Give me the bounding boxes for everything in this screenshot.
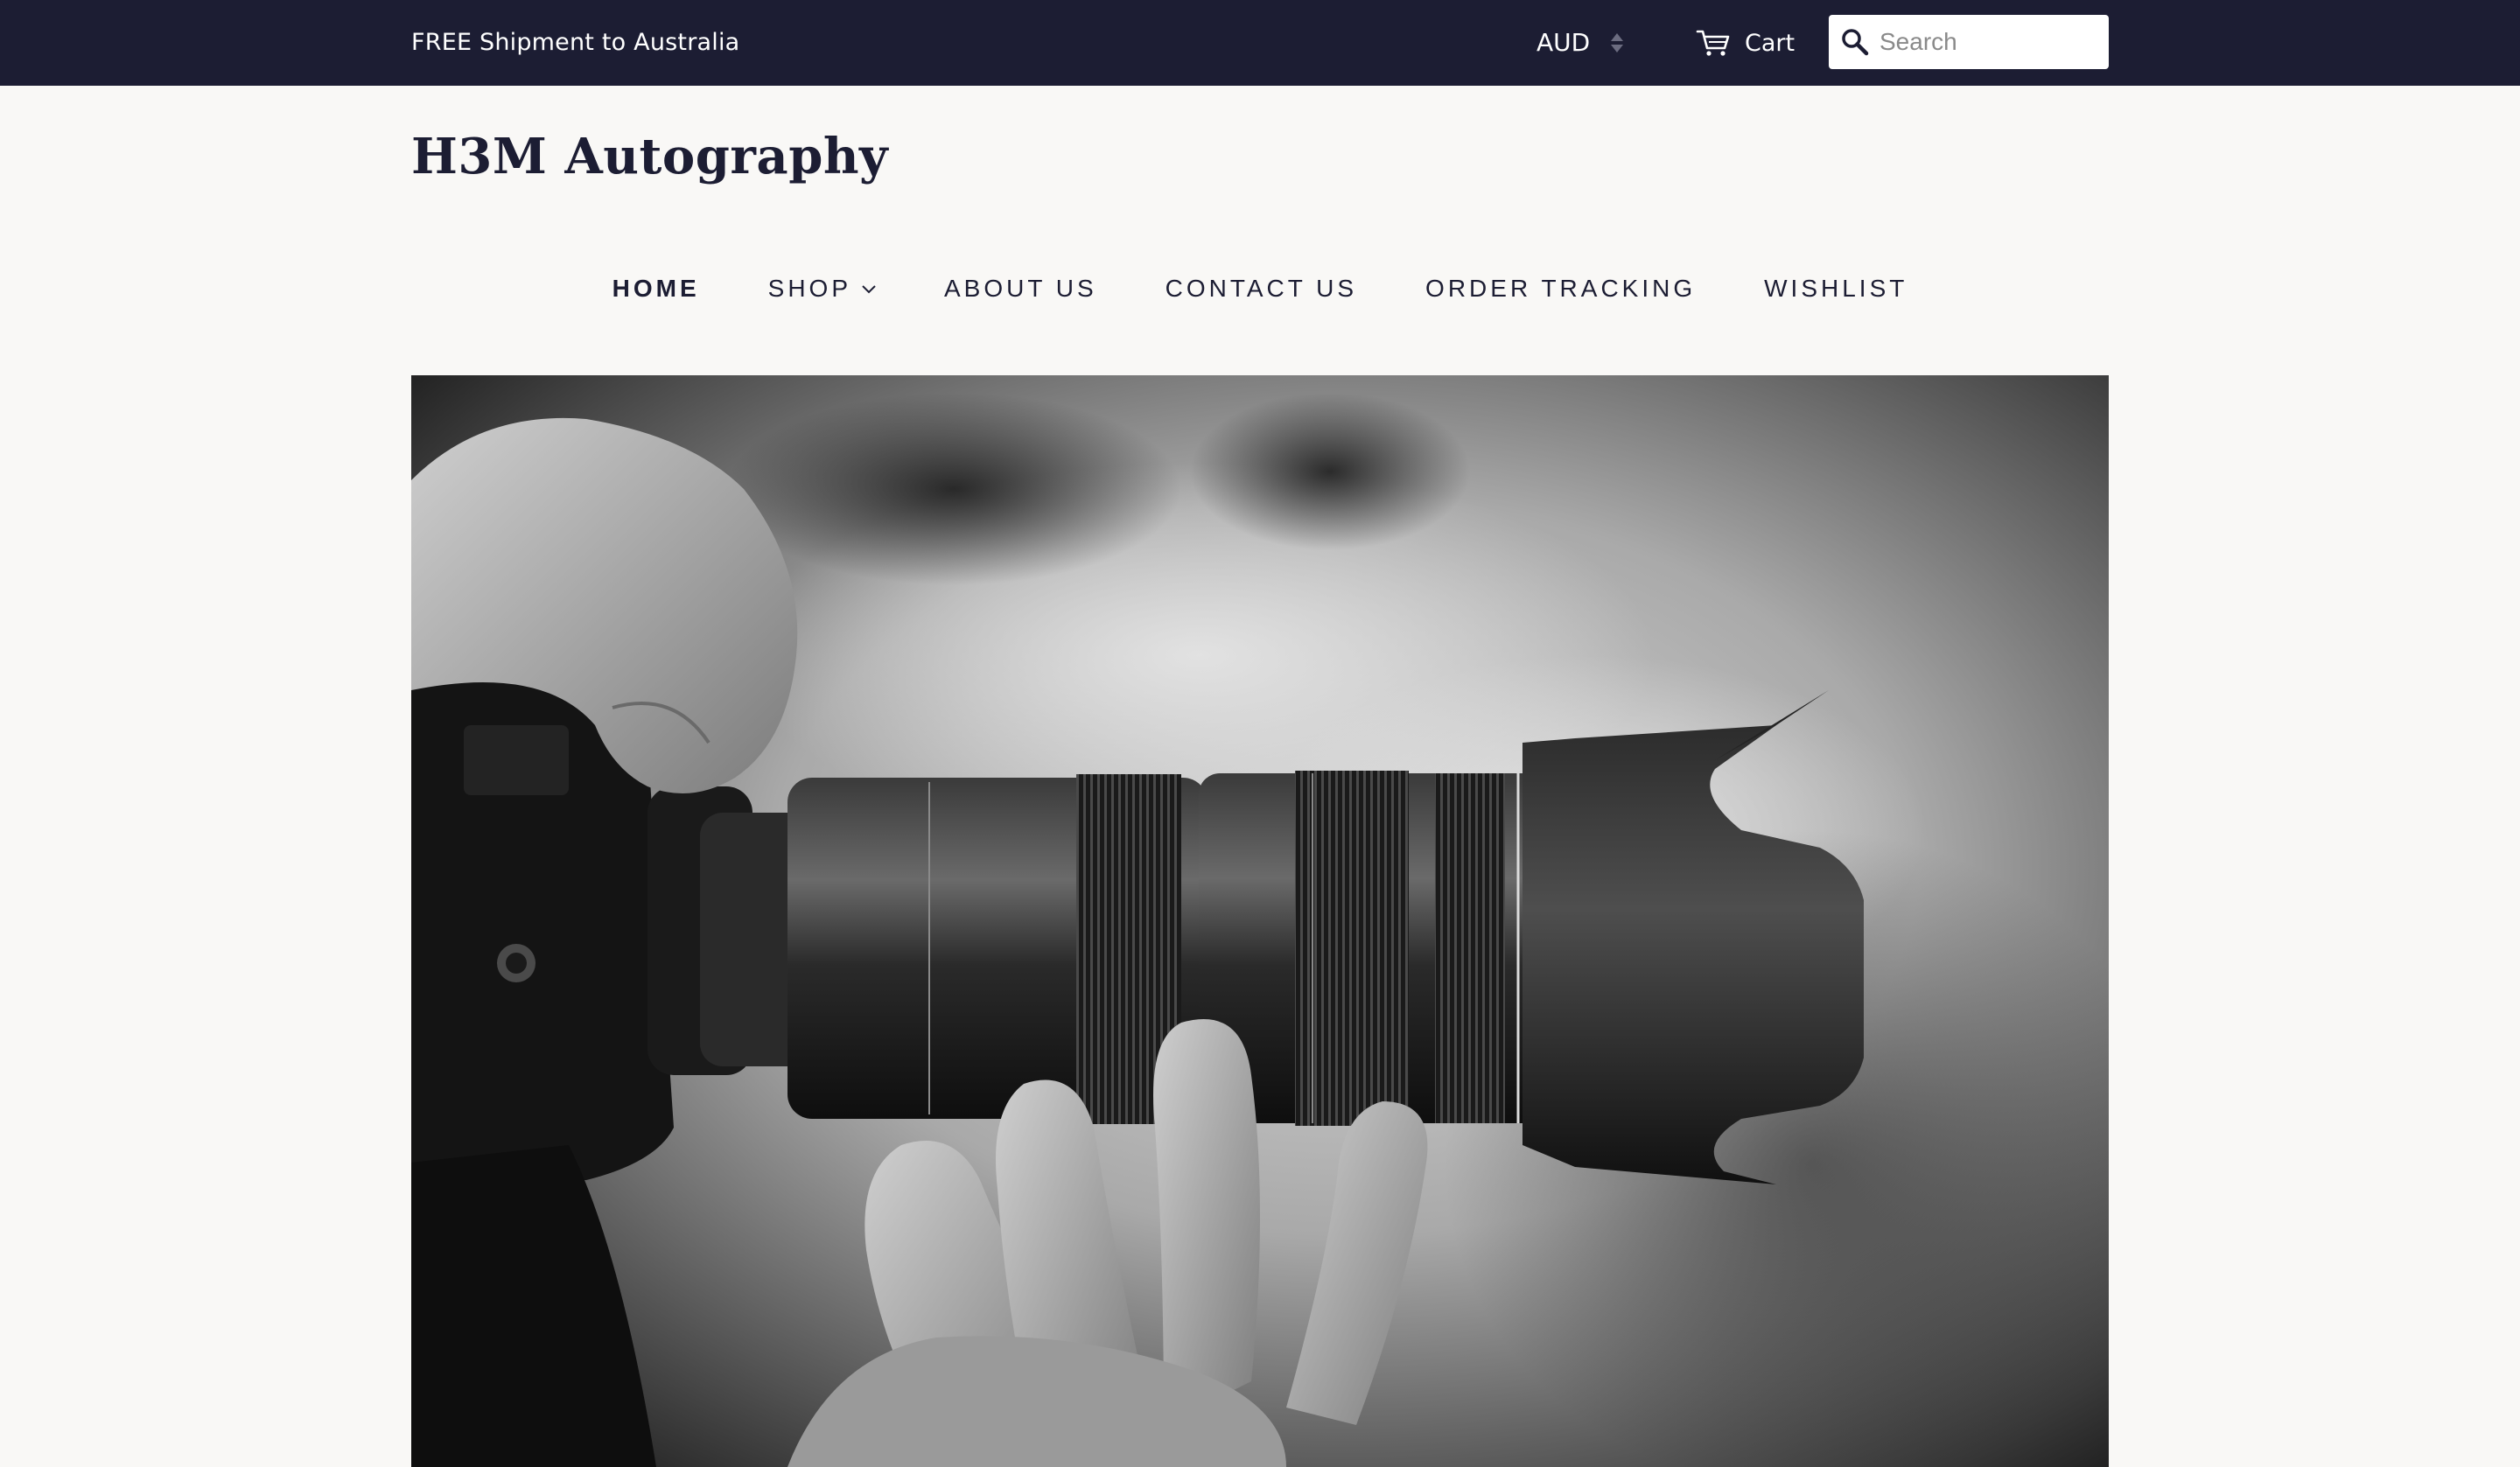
chevron-down-icon (862, 280, 876, 298)
nav-item-label: ABOUT US (944, 275, 1097, 302)
nav-item-label: CONTACT US (1165, 275, 1358, 302)
main-navigation: HOME SHOP ABOUT US CONTACT US ORDER TRAC… (0, 264, 2520, 313)
nav-item-wishlist[interactable]: WISHLIST (1764, 275, 1908, 303)
nav-item-label: WISHLIST (1764, 275, 1908, 302)
nav-item-contact-us[interactable]: CONTACT US (1166, 275, 1357, 303)
currency-value: AUD (1536, 28, 1591, 57)
nav-item-about-us[interactable]: ABOUT US (944, 275, 1097, 303)
announcement-text: FREE Shipment to Australia (411, 29, 740, 56)
search-box[interactable] (1829, 15, 2109, 69)
nav-item-home[interactable]: HOME (612, 275, 700, 303)
nav-item-order-tracking[interactable]: ORDER TRACKING (1425, 275, 1696, 303)
nav-item-label: ORDER TRACKING (1425, 275, 1697, 302)
cart-link[interactable]: Cart (1696, 0, 1795, 86)
site-logo[interactable]: H3M Autography (411, 128, 888, 185)
camera-photo (411, 375, 2109, 1467)
select-arrows-icon (1611, 31, 1624, 54)
search-input[interactable] (1880, 28, 2098, 56)
search-icon (1842, 29, 1869, 56)
cart-icon (1696, 30, 1730, 56)
cart-label: Cart (1745, 29, 1796, 57)
currency-selector[interactable]: AUD (1536, 0, 1624, 86)
announcement-bar: FREE Shipment to Australia AUD Cart (0, 0, 2520, 86)
nav-item-label: HOME (612, 275, 700, 302)
nav-item-shop[interactable]: SHOP (768, 275, 876, 303)
hero-image[interactable] (411, 375, 2109, 1467)
nav-item-label: SHOP (767, 275, 851, 302)
